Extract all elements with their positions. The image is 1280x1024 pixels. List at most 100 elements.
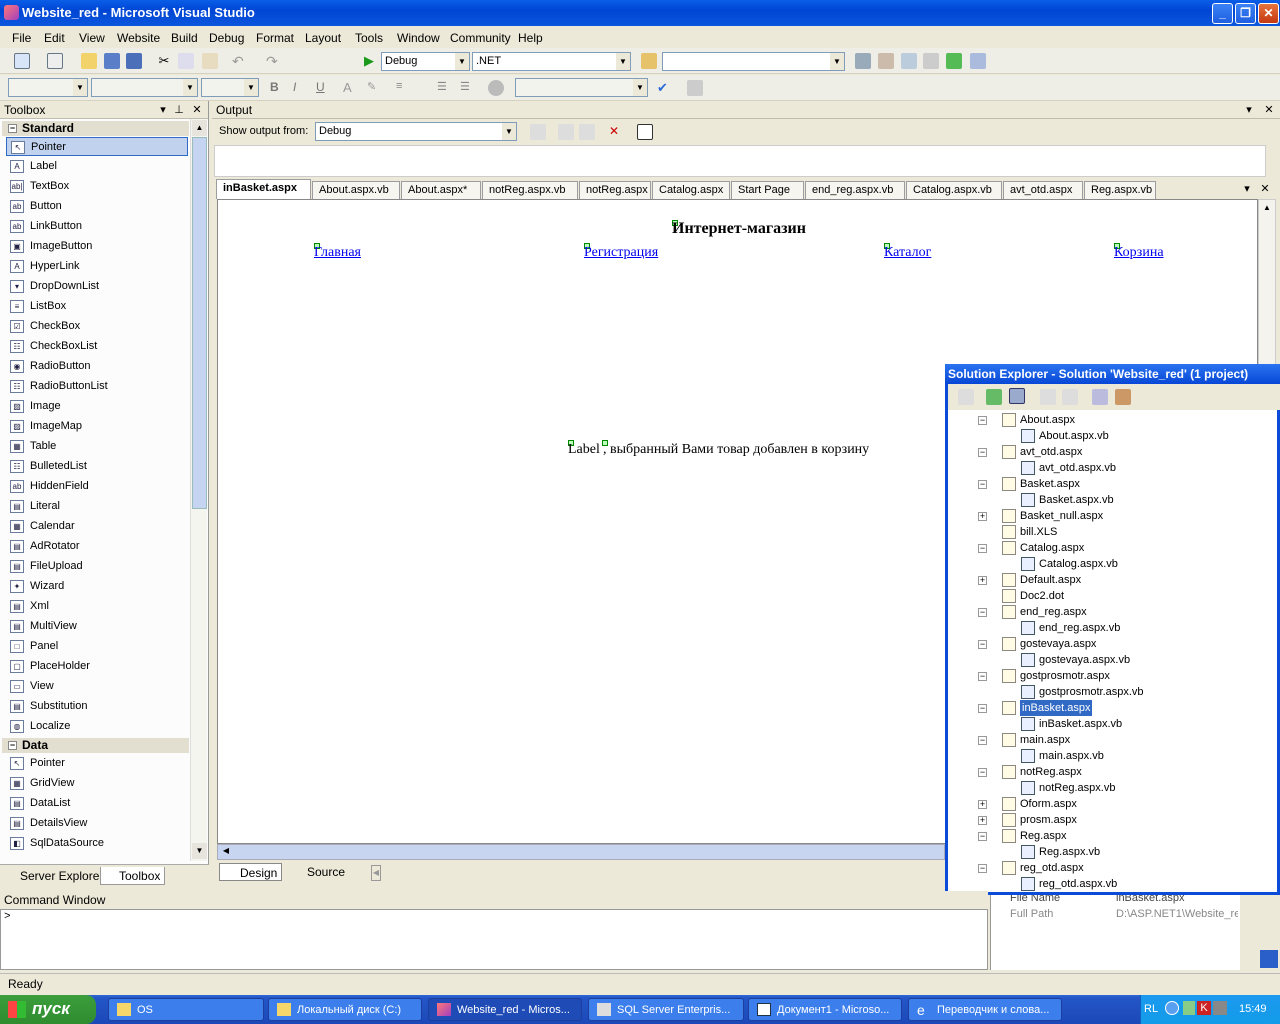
document-tab[interactable]: avt_otd.aspx bbox=[1003, 181, 1083, 199]
solution-item[interactable]: Oform.aspx bbox=[1002, 796, 1077, 812]
start-page-icon[interactable] bbox=[946, 53, 962, 69]
open-icon[interactable] bbox=[81, 53, 97, 69]
dropdown-icon[interactable]: ▾ bbox=[1242, 103, 1256, 116]
expand-icon[interactable]: + bbox=[978, 800, 987, 809]
cut-icon[interactable]: ✂ bbox=[156, 53, 172, 69]
italic-icon[interactable]: I bbox=[293, 80, 309, 96]
task-translator[interactable]: e Переводчик и слова... bbox=[908, 998, 1062, 1021]
task-sql-server[interactable]: SQL Server Enterpris... bbox=[588, 998, 744, 1021]
undo-icon[interactable]: ↶ bbox=[232, 53, 248, 69]
scroll-up-icon[interactable]: ▲ bbox=[1259, 200, 1275, 216]
solution-item[interactable]: Reg.aspx bbox=[1002, 828, 1066, 844]
collapse-icon[interactable]: − bbox=[978, 640, 987, 649]
collapse-icon[interactable]: − bbox=[978, 704, 987, 713]
menu-file[interactable]: File bbox=[12, 31, 31, 45]
font-name-combo[interactable]: ▼ bbox=[91, 78, 198, 97]
toolbox-group-standard[interactable]: − Standard bbox=[2, 121, 189, 136]
document-tab[interactable]: Catalog.aspx bbox=[652, 181, 730, 199]
bulleted-list-icon[interactable]: ☰ bbox=[460, 80, 476, 96]
toolbox-item[interactable]: ab Button bbox=[6, 197, 188, 216]
toolbox-item[interactable]: ▦ Table bbox=[6, 437, 188, 456]
toolbox-item[interactable]: ✦ Wizard bbox=[6, 577, 188, 596]
toolbox-item[interactable]: ☷ BulletedList bbox=[6, 457, 188, 476]
style-combo[interactable]: ▼ bbox=[515, 78, 648, 97]
solution-item[interactable]: prosm.aspx bbox=[1002, 812, 1077, 828]
toolbox-item[interactable]: ☑ CheckBox bbox=[6, 317, 188, 336]
solution-item[interactable]: gostevaya.aspx.vb bbox=[1021, 652, 1130, 668]
toolbox-item[interactable]: ab| TextBox bbox=[6, 177, 188, 196]
align-icon[interactable]: ≡ bbox=[396, 80, 412, 96]
tab-toolbox[interactable]: Toolbox bbox=[100, 867, 166, 885]
close-document-icon[interactable]: ✕ bbox=[1258, 182, 1272, 195]
solution-item[interactable]: gostevaya.aspx bbox=[1002, 636, 1096, 652]
solution-item[interactable]: reg_otd.aspx.vb bbox=[1021, 876, 1117, 892]
properties-icon[interactable] bbox=[878, 53, 894, 69]
solution-item[interactable]: avt_otd.aspx.vb bbox=[1021, 460, 1116, 476]
toolbox-group-data[interactable]: − Data bbox=[2, 738, 189, 753]
start-debug-icon[interactable]: ▶ bbox=[364, 53, 380, 69]
solution-item[interactable]: inBasket.aspx.vb bbox=[1021, 716, 1122, 732]
solution-item[interactable]: About.aspx.vb bbox=[1021, 428, 1109, 444]
menu-website[interactable]: Website bbox=[117, 31, 160, 45]
properties-icon[interactable] bbox=[958, 389, 974, 405]
solution-item[interactable]: inBasket.aspx bbox=[1002, 700, 1093, 716]
task-local-disk[interactable]: Локальный диск (C:) bbox=[268, 998, 422, 1021]
collapse-icon[interactable]: − bbox=[978, 736, 987, 745]
find-combo[interactable]: ▼ bbox=[662, 52, 845, 71]
paste-icon[interactable] bbox=[202, 53, 218, 69]
solution-item[interactable]: Basket_null.aspx bbox=[1002, 508, 1103, 524]
solution-item[interactable]: Basket.aspx.vb bbox=[1021, 492, 1114, 508]
toolbox-item[interactable]: ▤ Literal bbox=[6, 497, 188, 516]
highlight-icon[interactable]: ✎ bbox=[367, 80, 383, 96]
new-project-icon[interactable] bbox=[14, 53, 30, 69]
minimize-button[interactable]: _ bbox=[1212, 3, 1233, 24]
dropdown-icon[interactable]: ▾ bbox=[156, 103, 170, 116]
nest-related-files-icon[interactable] bbox=[1009, 388, 1025, 404]
document-tab[interactable]: Start Page bbox=[731, 181, 804, 199]
close-icon[interactable]: ✕ bbox=[1262, 103, 1276, 116]
solution-item[interactable]: gostprosmotr.aspx bbox=[1002, 668, 1110, 684]
command-window-icon[interactable] bbox=[970, 53, 986, 69]
editor-hscrollbar[interactable]: ◀ bbox=[217, 844, 945, 860]
toolbox-item[interactable]: ▣ ImageButton bbox=[6, 237, 188, 256]
back-icon[interactable] bbox=[1165, 1001, 1179, 1015]
solution-item[interactable]: Default.aspx bbox=[1002, 572, 1081, 588]
collapse-icon[interactable]: − bbox=[978, 416, 987, 425]
toolbox-item[interactable]: ◍ Localize bbox=[6, 717, 188, 736]
solution-item[interactable]: Basket.aspx bbox=[1002, 476, 1080, 492]
solution-explorer-icon[interactable] bbox=[855, 53, 871, 69]
solution-item[interactable]: bill.XLS bbox=[1002, 524, 1057, 540]
document-tab[interactable]: Catalog.aspx.vb bbox=[906, 181, 1002, 199]
collapse-icon[interactable]: − bbox=[978, 832, 987, 841]
scroll-thumb[interactable] bbox=[192, 137, 207, 509]
tag-nav-left-icon[interactable]: ◀ bbox=[371, 865, 381, 881]
underline-icon[interactable]: U bbox=[316, 80, 332, 96]
collapse-icon[interactable]: − bbox=[978, 608, 987, 617]
word-wrap-icon[interactable] bbox=[637, 124, 653, 140]
toolbox-item[interactable]: ◧ SqlDataSource bbox=[6, 834, 188, 853]
toolbox-item[interactable]: ↖ Pointer bbox=[6, 754, 188, 773]
task-os[interactable]: OS bbox=[108, 998, 264, 1021]
toolbox-item[interactable]: ▢ PlaceHolder bbox=[6, 657, 188, 676]
toolbox-icon[interactable] bbox=[923, 53, 939, 69]
command-input[interactable]: > bbox=[0, 909, 988, 970]
scroll-down-icon[interactable]: ▼ bbox=[192, 843, 207, 859]
maximize-button[interactable]: ❐ bbox=[1235, 3, 1256, 24]
solution-item[interactable]: main.aspx bbox=[1002, 732, 1070, 748]
hyperlink-icon[interactable] bbox=[488, 80, 504, 96]
toolbox-item[interactable]: □ Panel bbox=[6, 637, 188, 656]
task-word[interactable]: Документ1 - Microso... bbox=[748, 998, 902, 1021]
close-icon[interactable]: ✕ bbox=[190, 103, 204, 116]
expand-icon[interactable]: + bbox=[978, 576, 987, 585]
toolbox-item[interactable]: ▨ ImageMap bbox=[6, 417, 188, 436]
network-icon[interactable] bbox=[1213, 1001, 1227, 1015]
collapse-icon[interactable]: − bbox=[978, 448, 987, 457]
expand-icon[interactable]: + bbox=[978, 816, 987, 825]
tab-source[interactable]: Source bbox=[287, 863, 349, 881]
menu-view[interactable]: View bbox=[79, 31, 105, 45]
toolbox-item[interactable]: A Label bbox=[6, 157, 188, 176]
start-button[interactable]: пуск bbox=[0, 995, 96, 1024]
expand-icon[interactable]: + bbox=[978, 512, 987, 521]
toolbox-item[interactable]: ▤ DataList bbox=[6, 794, 188, 813]
toolbox-item[interactable]: ◉ RadioButton bbox=[6, 357, 188, 376]
